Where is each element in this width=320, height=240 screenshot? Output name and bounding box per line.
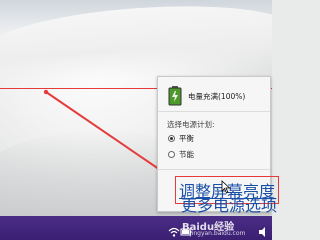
radio-button-selected[interactable] — [168, 135, 175, 142]
watermark-url: jingyan.baidu.com — [190, 230, 246, 237]
battery-header: 电量充满(100%) — [162, 83, 266, 109]
speaker-icon[interactable] — [258, 226, 270, 238]
divider — [158, 111, 270, 112]
plan-balanced[interactable]: 平衡 — [168, 133, 194, 144]
radio-button[interactable] — [168, 151, 175, 158]
battery-status: 电量充满(100%) — [188, 92, 246, 101]
wifi-icon[interactable] — [168, 226, 180, 238]
plan-power-saver[interactable]: 节能 — [168, 149, 194, 160]
more-power-options-link[interactable]: 更多电源选项 — [181, 192, 277, 216]
plan-balanced-label: 平衡 — [179, 134, 194, 143]
power-plan-label: 选择电源计划: — [167, 120, 215, 129]
battery-icon — [168, 86, 182, 106]
plan-power-saver-label: 节能 — [179, 150, 194, 159]
mouse-cursor-icon — [221, 180, 231, 194]
divider — [158, 169, 270, 170]
